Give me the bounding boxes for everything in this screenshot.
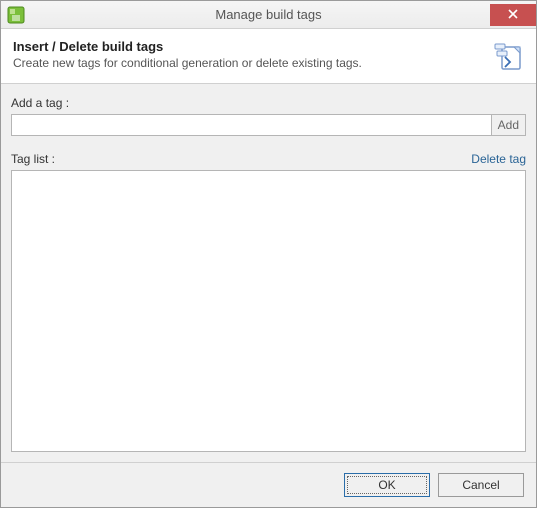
footer: OK Cancel: [1, 463, 536, 507]
close-button[interactable]: [490, 4, 536, 26]
app-icon: [7, 6, 25, 24]
window-title: Manage build tags: [1, 7, 536, 22]
header-heading: Insert / Delete build tags: [13, 39, 484, 54]
header-panel: Insert / Delete build tags Create new ta…: [1, 29, 536, 84]
cancel-button[interactable]: Cancel: [438, 473, 524, 497]
body-area: Add a tag : Add Tag list : Delete tag: [1, 84, 536, 463]
titlebar: Manage build tags: [1, 1, 536, 29]
add-tag-button[interactable]: Add: [492, 114, 526, 136]
header-subheading: Create new tags for conditional generati…: [13, 56, 484, 70]
add-tag-input[interactable]: [11, 114, 492, 136]
dialog-window: Manage build tags Insert / Delete build …: [0, 0, 537, 508]
ok-button[interactable]: OK: [344, 473, 430, 497]
tag-list-box[interactable]: [11, 170, 526, 452]
add-tag-row: Add: [11, 114, 526, 136]
close-icon: [508, 8, 518, 22]
taglist-label: Tag list :: [11, 152, 55, 166]
header-text: Insert / Delete build tags Create new ta…: [13, 39, 484, 70]
taglist-header-row: Tag list : Delete tag: [11, 152, 526, 166]
delete-tag-link[interactable]: Delete tag: [471, 152, 526, 166]
add-tag-label: Add a tag :: [11, 96, 526, 110]
tags-page-icon: [492, 41, 524, 73]
